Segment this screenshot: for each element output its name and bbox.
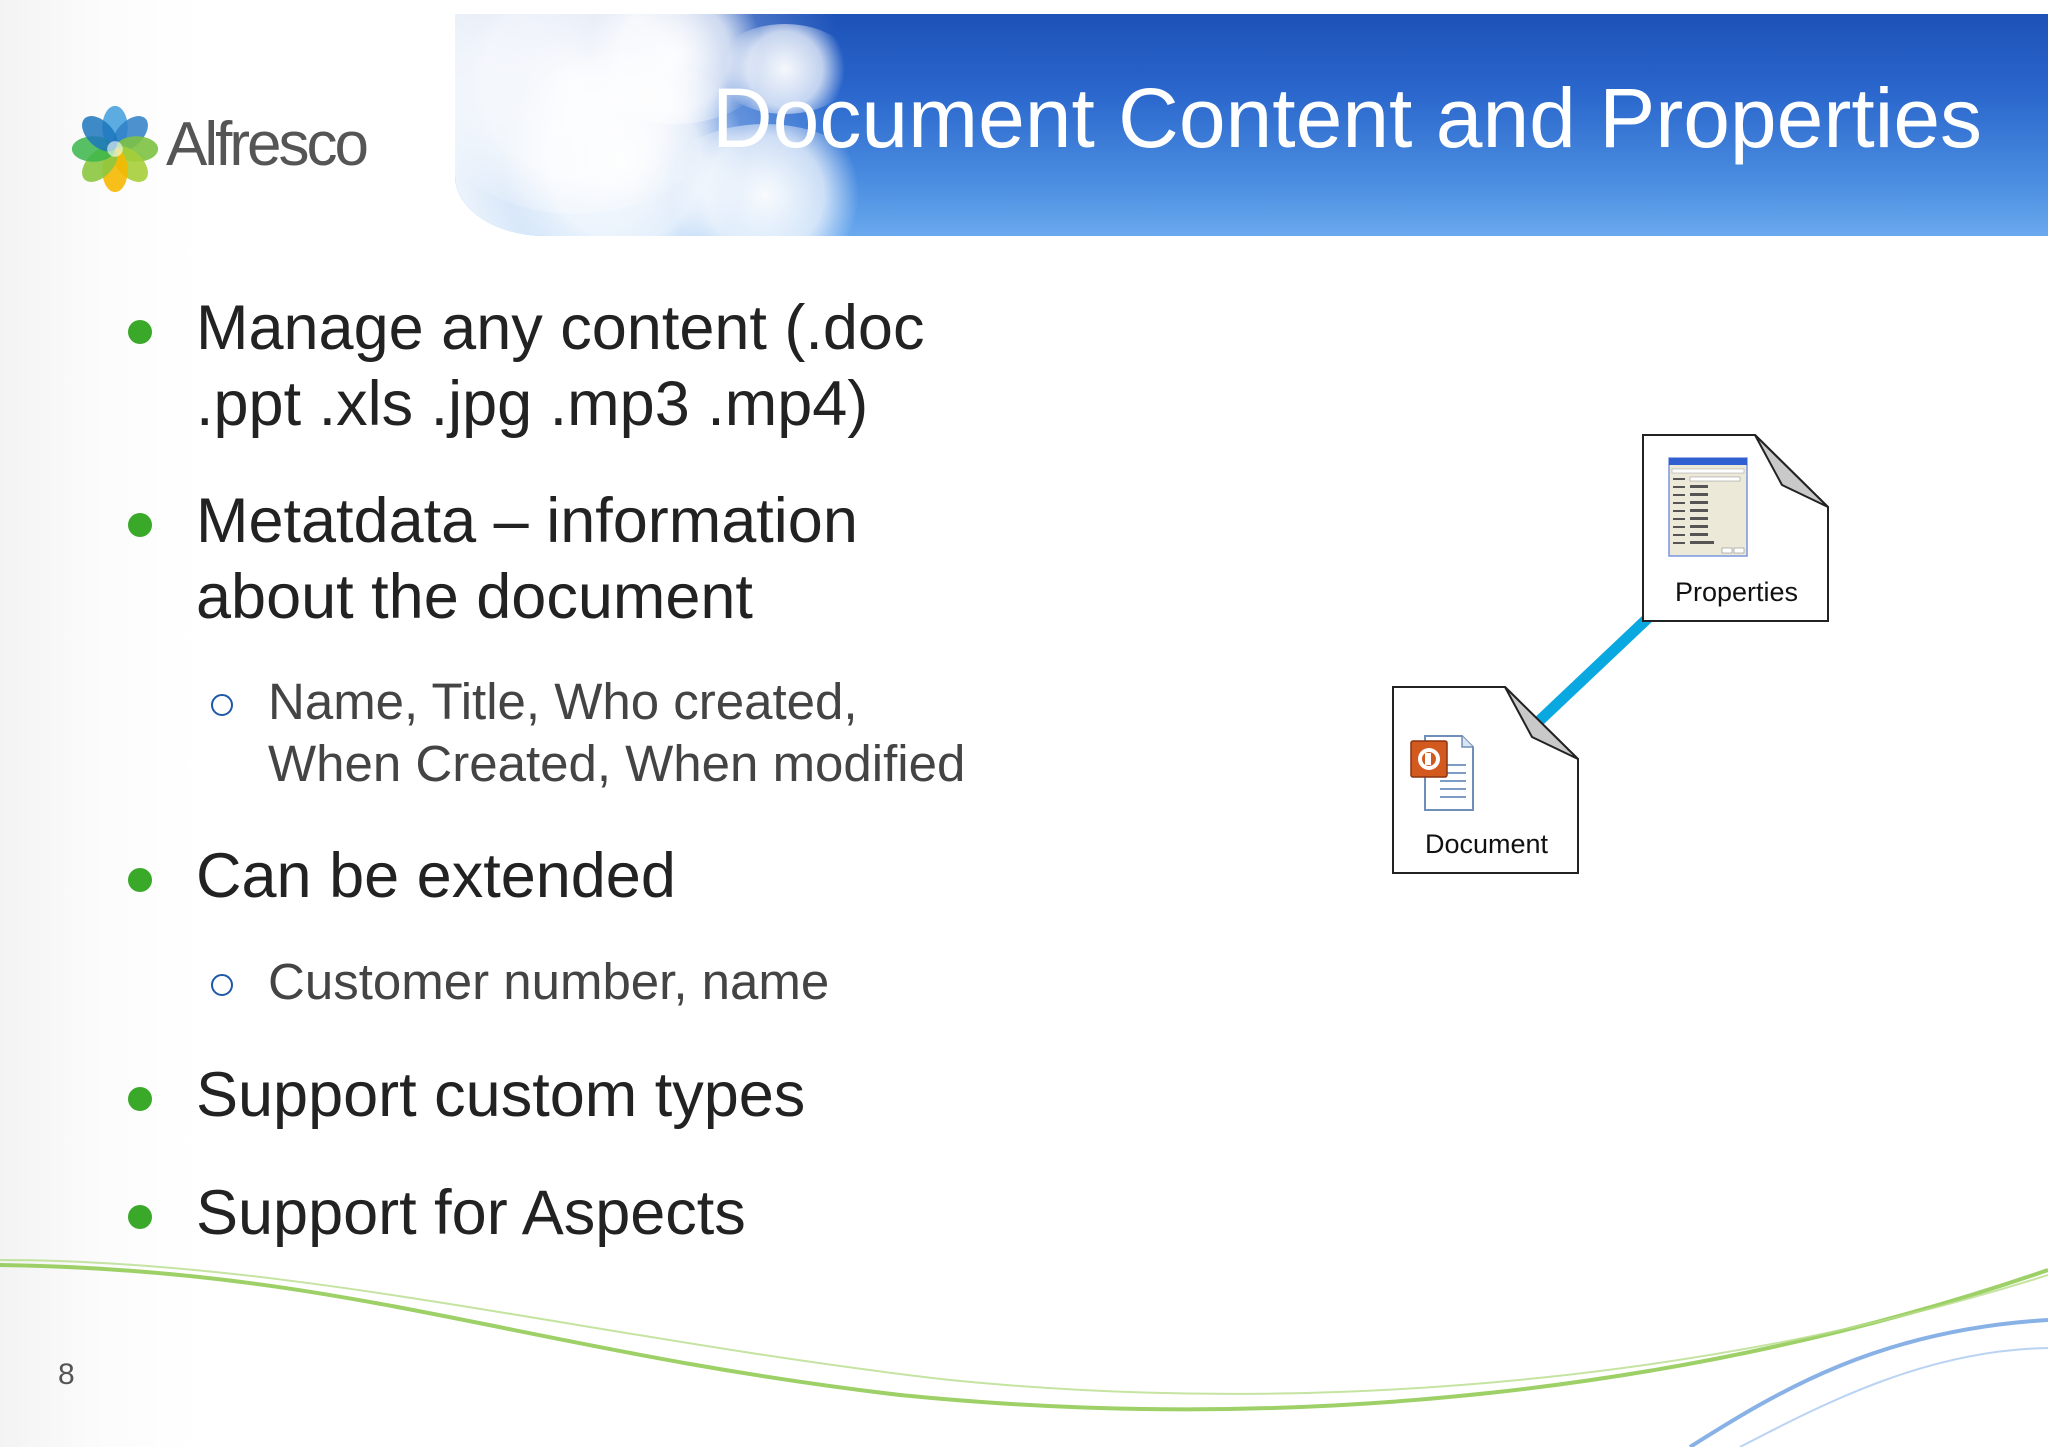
- document-label: Document: [1424, 829, 1549, 859]
- bullet-dot-icon: [128, 1087, 152, 1111]
- sub-bullet-line: Name, Title, Who created,: [268, 673, 858, 730]
- logo-text: Alfresco: [166, 110, 369, 179]
- footer-swoosh-decoration: [0, 1259, 2048, 1447]
- bullet-line: Metatdata – information: [196, 486, 858, 556]
- flower-logo-icon: [71, 105, 159, 193]
- sub-bullet-item: Customer number, name: [268, 951, 829, 1013]
- sub-bullet-line: When Created, When modified: [268, 735, 966, 792]
- bullet-item: Manage any content (.doc .ppt .xls .jpg …: [196, 290, 924, 442]
- sub-bullet-circle-icon: [211, 974, 233, 996]
- page-number: 8: [58, 1358, 75, 1391]
- bullet-line: .ppt .xls .jpg .mp3 .mp4): [196, 369, 869, 439]
- bullet-item: Can be extended: [196, 838, 676, 914]
- properties-dialog-icon: [1668, 457, 1748, 557]
- sub-bullet-line: Customer number, name: [268, 953, 830, 1010]
- bullet-dot-icon: [128, 868, 152, 892]
- properties-label: Properties: [1674, 577, 1799, 607]
- sub-bullet-circle-icon: [211, 694, 233, 716]
- bullet-item: Support custom types: [196, 1057, 805, 1133]
- bullet-line: Can be extended: [196, 841, 676, 911]
- bullet-dot-icon: [128, 1205, 152, 1229]
- slide: Document Content and Properties Alfresco…: [0, 0, 2048, 1447]
- document-properties-diagram: Properties Document: [1380, 425, 1840, 885]
- bullet-line: Manage any content (.doc: [196, 293, 925, 363]
- bullet-dot-icon: [128, 513, 152, 537]
- bullet-line: Support custom types: [196, 1060, 806, 1130]
- alfresco-logo: Alfresco: [66, 100, 406, 200]
- bullet-dot-icon: [128, 320, 152, 344]
- connector-line: [1533, 614, 1652, 727]
- diagram-graphics: [1392, 434, 1829, 874]
- bullet-item: Metatdata – information about the docume…: [196, 483, 858, 635]
- page-title: Document Content and Properties: [712, 71, 1983, 165]
- sub-bullet-item: Name, Title, Who created, When Created, …: [268, 671, 965, 795]
- bullet-line: about the document: [196, 562, 753, 632]
